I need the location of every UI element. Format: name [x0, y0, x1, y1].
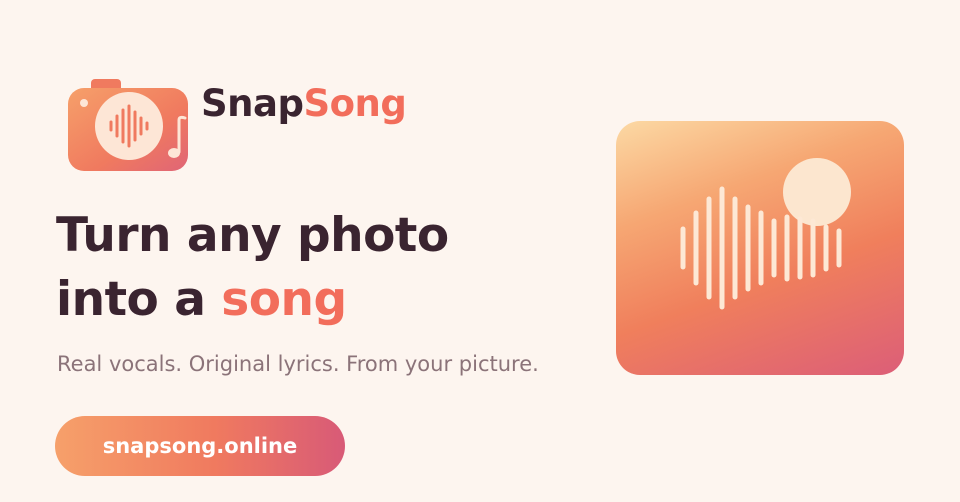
headline: Turn any photo into a song [56, 204, 449, 332]
headline-line1: Turn any photo [56, 208, 449, 263]
headline-line2-prefix: into a [56, 272, 222, 327]
brand-name-part1: Snap [201, 81, 304, 125]
soundwave-sun-icon [680, 158, 851, 310]
headline-line2-accent: song [221, 272, 347, 327]
camera-soundwave-icon [67, 78, 191, 172]
brand-name: SnapSong [201, 81, 407, 125]
hero-artwork [616, 121, 904, 375]
website-link-button[interactable]: snapsong.online [55, 416, 345, 476]
brand-name-part2: Song [303, 81, 407, 125]
logo: SnapSong [67, 78, 407, 172]
tagline: Real vocals. Original lyrics. From your … [57, 352, 539, 376]
